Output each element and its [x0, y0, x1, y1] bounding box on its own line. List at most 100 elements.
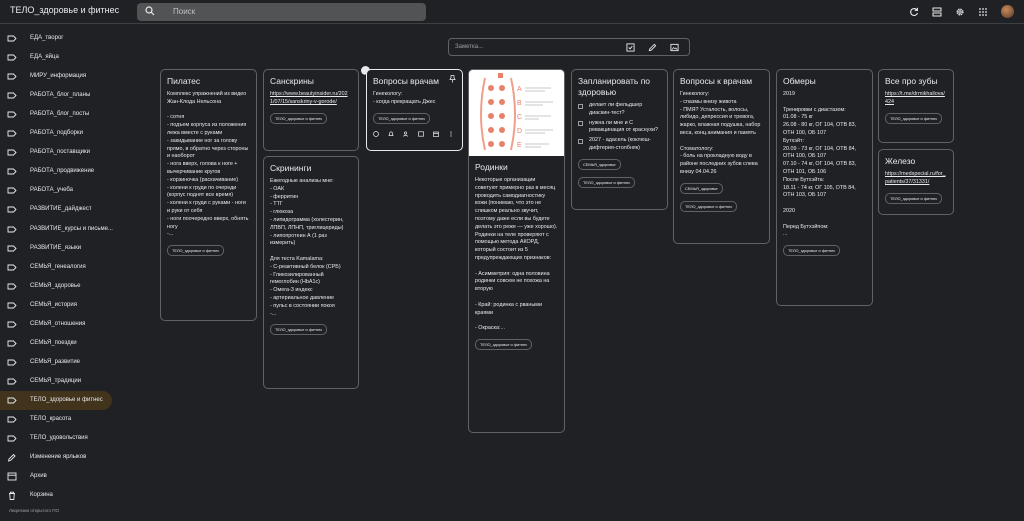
- sidebar-item[interactable]: ЕДА_творог: [0, 29, 112, 48]
- avatar[interactable]: [1001, 5, 1014, 18]
- label-chip[interactable]: СЕМЬЯ_здоровье: [578, 158, 621, 170]
- apps-grid-icon[interactable]: [978, 7, 988, 17]
- checklist-item-text: делает ли фельдшер диаскин-тест?: [589, 102, 643, 116]
- sidebar-item[interactable]: СЕМЬЯ_история: [0, 296, 112, 315]
- sidebar-item[interactable]: Архив: [0, 467, 112, 486]
- sidebar-item[interactable]: РАБОТА_подборки: [0, 124, 112, 143]
- new-list-icon[interactable]: [626, 43, 635, 52]
- top-bar: ТЕЛО_здоровье и фитнес Поиск: [0, 0, 1024, 24]
- refresh-icon[interactable]: [909, 7, 919, 17]
- label-icon: [7, 35, 17, 42]
- note-title: Запланировать по здоровью: [578, 76, 651, 97]
- sidebar-item[interactable]: РАБОТА_блог_посты: [0, 105, 112, 124]
- sidebar-item[interactable]: МИРУ_информация: [0, 67, 112, 86]
- search-input[interactable]: Поиск: [173, 7, 195, 16]
- checkbox[interactable]: [578, 121, 583, 127]
- sidebar-item[interactable]: СЕМЬЯ_поездки: [0, 334, 112, 353]
- checkbox[interactable]: [578, 103, 583, 109]
- label-chip[interactable]: ТЕЛО_здоровье и фитнес: [885, 192, 943, 204]
- palette-icon[interactable]: [373, 130, 379, 137]
- note-title: Обмеры: [783, 76, 816, 86]
- sidebar: ЕДА_творог ЕДА_яйца МИРУ_информация РАБОТА_…: [0, 25, 130, 521]
- sidebar-item[interactable]: СЕМЬЯ_традиции: [0, 372, 112, 391]
- note-body: Ежегодные анализы мне: - ОАК - ферритин …: [270, 178, 344, 317]
- label-icon: [7, 149, 17, 156]
- note-card-skriningi[interactable]: Скрининги Ежегодные анализы мне: - ОАК -…: [263, 156, 359, 389]
- label-chip[interactable]: ТЕЛО_здоровье и фитнес: [167, 245, 225, 257]
- add-image-icon[interactable]: [418, 131, 424, 137]
- sidebar-item[interactable]: ЕДА_яйца: [0, 48, 112, 67]
- reminder-icon[interactable]: [388, 131, 394, 137]
- sidebar-item[interactable]: СЕМЬЯ_здоровье: [0, 277, 112, 296]
- sidebar-item-label: СЕМЬЯ_развитие: [30, 358, 81, 365]
- label-icon: [7, 264, 17, 271]
- note-card-zaplanirovat[interactable]: Запланировать по здоровью делает ли фель…: [571, 69, 668, 210]
- search-icon[interactable]: [145, 6, 155, 16]
- label-icon: [7, 245, 17, 251]
- label-chip[interactable]: ТЕЛО_здоровье и фитнес: [270, 112, 328, 124]
- note-card-voprosy-k-vracham[interactable]: Вопросы к врачам Гинекологу: - спазмы вн…: [673, 69, 770, 244]
- search-box[interactable]: Поиск: [137, 3, 426, 21]
- more-options-icon[interactable]: [448, 130, 454, 137]
- checklist-item: нужна ли мне и С ревакцинация от краснух…: [578, 120, 661, 136]
- label-chip[interactable]: ТЕЛО_здоровье и фитнес: [783, 245, 841, 257]
- label-chip[interactable]: ТЕЛО_здоровье и фитнес: [270, 324, 328, 336]
- sidebar-item[interactable]: Корзина: [0, 486, 112, 505]
- sidebar-item[interactable]: Изменение ярлыков: [0, 448, 112, 467]
- sidebar-item[interactable]: РАЗВИТИЕ_дайджест: [0, 200, 112, 219]
- note-card-rodinki[interactable]: A B C D E Родинки Некоторые организации …: [468, 69, 565, 433]
- label-icon: [7, 397, 17, 404]
- sidebar-item-label: СЕМЬЯ_генеалогия: [30, 263, 86, 270]
- label-icon: [7, 359, 17, 366]
- note-link[interactable]: https://t.me/drmikhailova/424: [885, 91, 947, 107]
- image-icon[interactable]: [670, 43, 679, 52]
- note-card-pilates[interactable]: Пилатес Комплекс упражнений из видео Жан…: [160, 69, 257, 321]
- label-icon: [7, 283, 17, 290]
- sidebar-item-label: РАЗВИТИЕ_курсы и письме...: [30, 225, 113, 232]
- sidebar-item[interactable]: ТЕЛО_красота: [0, 410, 112, 429]
- note-card-pro-zuby[interactable]: Все про зубы https://t.me/drmikhailova/4…: [878, 69, 954, 143]
- note-link[interactable]: https://www.beautyinsider.ru/2021/07/15/…: [270, 91, 352, 107]
- license-link[interactable]: Лицензии открытого ПО: [9, 508, 59, 513]
- sidebar-item[interactable]: СЕМЬЯ_развитие: [0, 353, 112, 372]
- label-icon: [7, 130, 17, 137]
- note-card-zhelezo[interactable]: Железо https://medspecial.ru/for_patient…: [878, 149, 954, 215]
- label-chip[interactable]: ТЕЛО_здоровье и фитнес: [373, 112, 431, 124]
- sidebar-item[interactable]: РАБОТА_учеба: [0, 181, 112, 200]
- note-image: A B C D E: [469, 70, 564, 156]
- note-title: Вопросы врачам: [373, 76, 439, 86]
- sidebar-item[interactable]: РАЗВИТИЕ_курсы и письме...: [0, 220, 113, 239]
- sidebar-item[interactable]: СЕМЬЯ_отношения: [0, 315, 112, 334]
- sidebar-item-label: РАБОТА_блог_посты: [30, 111, 90, 118]
- label-chip[interactable]: ТЕЛО_здоровье и фитнес: [680, 200, 738, 212]
- sidebar-item[interactable]: РАБОТА_поставщики: [0, 143, 112, 162]
- list-view-icon[interactable]: [932, 7, 942, 17]
- sidebar-item[interactable]: РАБОТА_продвижение: [0, 162, 112, 181]
- sidebar-item-label: СЕМЬЯ_поездки: [30, 339, 77, 346]
- note-link[interactable]: https://medspecial.ru/for_patients/37/31…: [885, 171, 947, 187]
- sidebar-item[interactable]: СЕМЬЯ_генеалогия: [0, 258, 112, 277]
- settings-icon[interactable]: [955, 7, 965, 17]
- label-chip[interactable]: ТЕЛО_здоровье и фитнес: [475, 338, 533, 350]
- moles-abcde-illustration: A B C D E: [469, 70, 564, 156]
- sidebar-item[interactable]: ТЕЛО_здоровье и фитнес: [0, 390, 112, 410]
- collaborator-icon[interactable]: [403, 131, 409, 137]
- archive-icon[interactable]: [433, 131, 439, 137]
- label-chip[interactable]: ТЕЛО_здоровье и фитнес: [578, 176, 636, 188]
- label-icon: [7, 321, 17, 328]
- sidebar-item[interactable]: ТЕЛО_удовольствия: [0, 429, 112, 448]
- drawing-icon[interactable]: [648, 43, 657, 52]
- note-card-voprosy-vracham[interactable]: Вопросы врачам Гинекологу: - когда прекр…: [366, 69, 463, 151]
- checkbox[interactable]: [578, 138, 583, 144]
- label-icon: [7, 435, 17, 442]
- label-chip[interactable]: СЕМЬЯ_здоровье: [680, 182, 723, 194]
- pin-icon[interactable]: [449, 75, 456, 83]
- take-note-bar[interactable]: Заметка...: [448, 38, 690, 56]
- sidebar-item[interactable]: РАЗВИТИЕ_языки: [0, 239, 112, 258]
- sidebar-item[interactable]: РАБОТА_блог_планы: [0, 86, 112, 105]
- note-card-sanskriny[interactable]: Санскрины https://www.beautyinsider.ru/2…: [263, 69, 359, 151]
- label-chip[interactable]: ТЕЛО_здоровье и фитнес: [885, 112, 943, 124]
- image-letter-d: D: [517, 128, 522, 135]
- take-note-input[interactable]: Заметка...: [455, 44, 483, 50]
- note-card-obmery[interactable]: Обмеры 2019 Тренировки с диастазом: 01.0…: [776, 69, 873, 306]
